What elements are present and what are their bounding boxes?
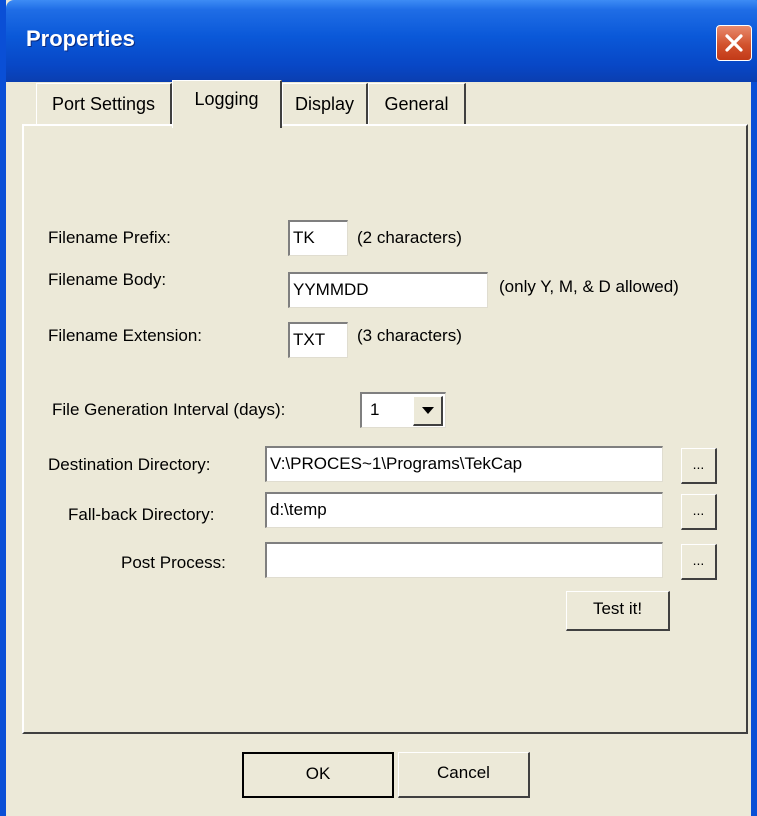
tab-label: Port Settings: [51, 94, 156, 114]
tab-logging[interactable]: Logging: [172, 80, 282, 128]
fallback-browse-button[interactable]: ...: [681, 494, 717, 530]
properties-window: Properties Port Settings Logging Display…: [0, 0, 757, 816]
post-process-input[interactable]: [265, 542, 663, 578]
filename-prefix-input[interactable]: TK: [288, 220, 348, 256]
interval-label: File Generation Interval (days):: [52, 400, 286, 419]
title-bar[interactable]: Properties: [6, 0, 757, 82]
filename-extension-label: Filename Extension:: [48, 326, 203, 345]
destination-browse-button[interactable]: ...: [681, 448, 717, 484]
post-process-browse-button[interactable]: ...: [681, 544, 717, 580]
test-button[interactable]: Test it!: [566, 591, 670, 631]
logging-panel: [22, 124, 748, 734]
filename-body-hint: (only Y, M, & D allowed): [499, 277, 679, 296]
tab-label: Display: [294, 94, 355, 114]
filename-prefix-label: Filename Prefix:: [48, 228, 171, 247]
tab-label: Logging: [194, 89, 259, 109]
close-icon: [725, 34, 743, 52]
interval-value: 1: [370, 400, 380, 419]
filename-extension-input[interactable]: TXT: [288, 322, 348, 358]
tab-display[interactable]: Display: [282, 83, 368, 125]
destination-input[interactable]: V:\PROCES~1\Programs\TekCap: [265, 446, 663, 482]
filename-body-input[interactable]: YYMMDD: [288, 272, 488, 308]
interval-select[interactable]: 1: [360, 392, 446, 428]
fallback-label: Fall-back Directory:: [68, 505, 215, 524]
ok-button[interactable]: OK: [242, 752, 394, 798]
chevron-down-icon: [422, 407, 434, 414]
window-title: Properties: [26, 26, 135, 51]
close-button[interactable]: [716, 25, 752, 61]
cancel-button[interactable]: Cancel: [398, 752, 530, 798]
filename-prefix-hint: (2 characters): [357, 228, 462, 247]
post-process-label: Post Process:: [121, 553, 226, 572]
fallback-input[interactable]: d:\temp: [265, 492, 663, 528]
filename-extension-hint: (3 characters): [357, 326, 462, 345]
tab-port-settings[interactable]: Port Settings: [36, 83, 172, 125]
tab-general[interactable]: General: [368, 83, 466, 125]
destination-label: Destination Directory:: [48, 455, 211, 474]
filename-body-label: Filename Body:: [48, 270, 167, 289]
tab-label: General: [384, 94, 449, 114]
interval-dropdown-button[interactable]: [413, 396, 443, 426]
